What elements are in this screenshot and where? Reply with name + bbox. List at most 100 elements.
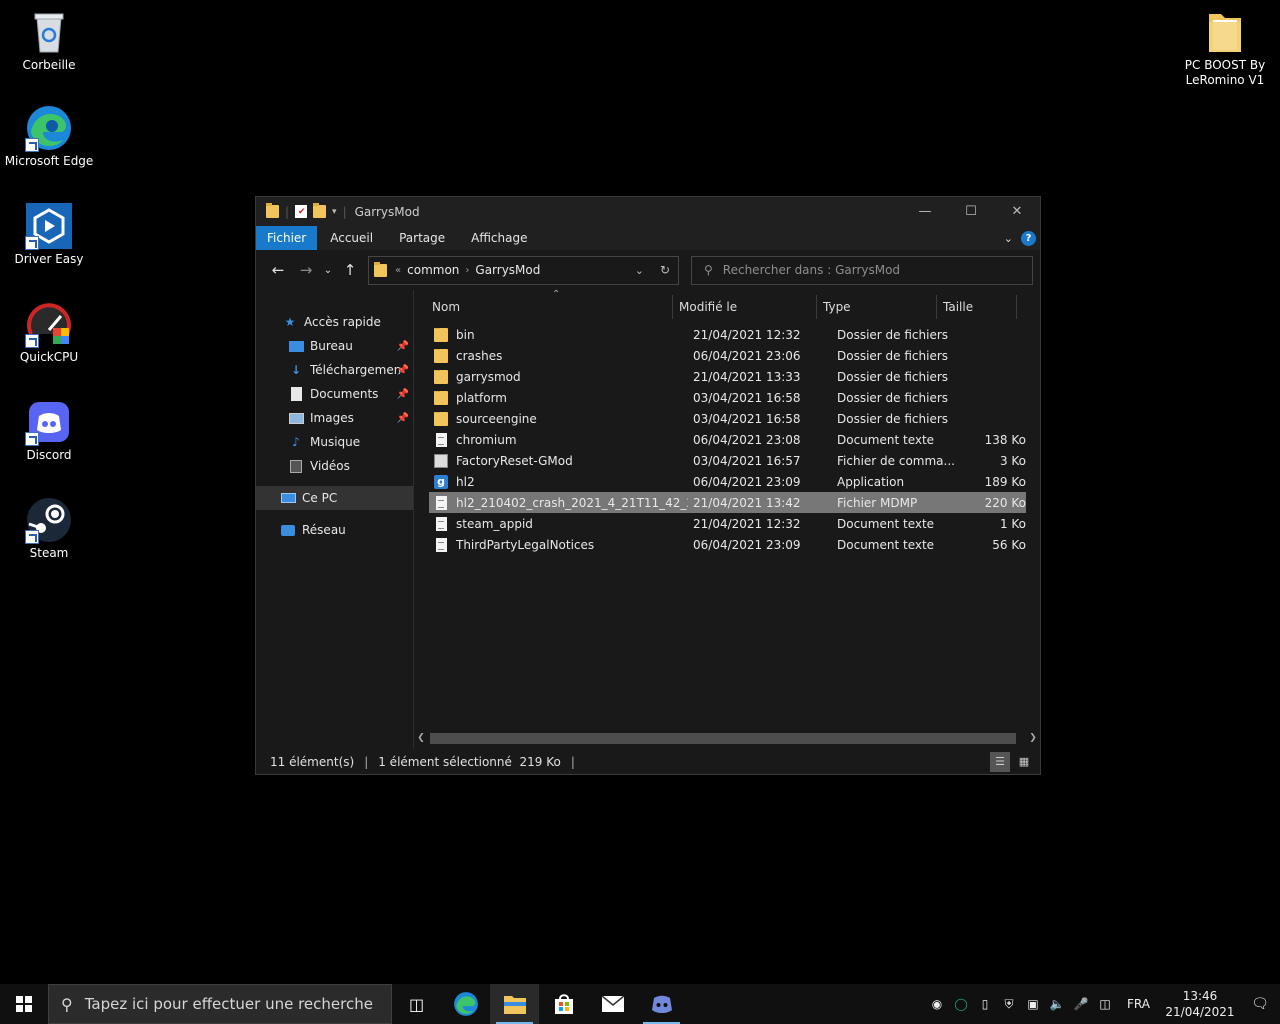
microphone-icon[interactable]: 🎤 — [1069, 997, 1093, 1011]
taskbar-microsoft-store[interactable] — [539, 984, 588, 1024]
address-bar[interactable]: « common › GarrysMod ⌄ ↻ — [368, 255, 679, 285]
breadcrumb-overflow[interactable]: « — [395, 265, 401, 276]
close-button[interactable]: ✕ — [994, 197, 1040, 226]
large-icons-view-icon[interactable]: ▦ — [1014, 752, 1034, 772]
desktop-icon-edge[interactable]: Microsoft Edge — [4, 104, 94, 169]
taskbar-search-box[interactable]: ⚲ Tapez ici pour effectuer une recherche — [48, 984, 392, 1024]
taskbar-search-input[interactable]: Tapez ici pour effectuer une recherche — [85, 995, 373, 1013]
taskbar-mail[interactable] — [588, 984, 637, 1024]
scroll-left-icon[interactable]: ❮ — [414, 733, 428, 743]
system-tray: ◉ ◯ ▯ ⛨ ▣ 🔈 🎤 ◫ FRA 13:46 21/04/2021 🗨 — [925, 984, 1280, 1024]
title-bar[interactable]: | ✔ ▾ | GarrysMod — ☐ ✕ — [256, 197, 1040, 226]
desktop-icon-pc-boost[interactable]: PC BOOST By LeRomino V1 — [1180, 8, 1270, 88]
task-view-button[interactable]: ◫ — [392, 984, 441, 1024]
horizontal-scrollbar[interactable]: ❮ ❯ — [414, 731, 1040, 745]
nav-item-acces-rapide[interactable]: ★ Accès rapide — [256, 310, 413, 334]
start-button[interactable] — [0, 984, 48, 1024]
discord-icon — [25, 398, 73, 446]
tab-partage[interactable]: Partage — [386, 226, 458, 250]
forward-arrow-icon[interactable]: → — [292, 261, 320, 279]
file-row[interactable]: steam_appid 21/04/2021 12:32 Document text… — [429, 513, 1026, 534]
maximize-button[interactable]: ☐ — [948, 197, 994, 226]
taskbar-file-explorer[interactable] — [490, 984, 539, 1024]
discord-icon — [651, 995, 672, 1013]
scrollbar-track[interactable] — [428, 732, 1026, 744]
nav-item-videos[interactable]: Vidéos — [256, 454, 413, 478]
expand-ribbon-chevron-icon[interactable]: ⌄ — [1004, 232, 1013, 245]
file-type: Dossier de fichiers — [837, 369, 949, 384]
search-box[interactable]: ⚲ Rechercher dans : GarrysMod — [691, 255, 1033, 285]
network-icon[interactable]: ▣ — [1021, 997, 1045, 1011]
language-indicator[interactable]: FRA — [1117, 997, 1160, 1011]
up-arrow-icon[interactable]: ↑ — [336, 261, 364, 279]
pin-icon[interactable]: 📌 — [397, 389, 409, 400]
breadcrumb-garrysmod[interactable]: GarrysMod — [475, 263, 540, 277]
file-row[interactable]: ThirdPartyLegalNotices 06/04/2021 23:09 Do… — [429, 534, 1026, 555]
properties-icon[interactable]: ✔ — [295, 205, 308, 218]
customize-toolbar-icon[interactable]: ▾ — [332, 207, 337, 217]
address-dropdown-chevron-icon[interactable]: ⌄ — [635, 264, 644, 277]
taskbar: ⚲ Tapez ici pour effectuer une recherche… — [0, 984, 1280, 1024]
tab-accueil[interactable]: Accueil — [317, 226, 386, 250]
nav-item-telechargements[interactable]: ↓ Téléchargements 📌 — [256, 358, 413, 382]
scrollbar-thumb[interactable] — [430, 733, 1016, 744]
nav-item-documents[interactable]: Documents 📌 — [256, 382, 413, 406]
file-row[interactable]: crashes 06/04/2021 23:06 Dossier de fichie… — [429, 345, 1026, 366]
file-row[interactable]: chromium 06/04/2021 23:08 Document texte 13… — [429, 429, 1026, 450]
security-shield-icon[interactable]: ⛨ — [997, 997, 1021, 1012]
file-row[interactable]: sourceengine 03/04/2021 16:58 Dossier de f… — [429, 408, 1026, 429]
column-header-type[interactable]: Type — [817, 295, 937, 319]
pin-icon[interactable]: 📌 — [397, 413, 409, 424]
meet-now-icon[interactable]: ◫ — [1093, 997, 1117, 1011]
nav-item-ce-pc[interactable]: Ce PC — [256, 486, 413, 510]
file-row[interactable]: bin 21/04/2021 12:32 Dossier de fichiers — [429, 324, 1026, 345]
tray-app-icon[interactable]: ◯ — [949, 997, 973, 1011]
pin-icon[interactable]: 📌 — [397, 365, 409, 376]
help-icon[interactable]: ? — [1021, 230, 1036, 246]
volume-icon[interactable]: 🔈 — [1045, 997, 1069, 1011]
file-row[interactable]: hl2_210402_crash_2021_4_21T11_42_22C0...… — [429, 492, 1026, 513]
recent-locations-chevron-icon[interactable]: ⌄ — [320, 265, 336, 276]
desktop-icon-recycle-bin[interactable]: Corbeille — [4, 8, 94, 73]
clock[interactable]: 13:46 21/04/2021 — [1160, 988, 1240, 1020]
desktop-icon-driver-easy[interactable]: Driver Easy — [4, 202, 94, 267]
minimize-button[interactable]: — — [902, 197, 948, 226]
scroll-right-icon[interactable]: ❯ — [1026, 733, 1040, 743]
taskbar-discord[interactable] — [637, 984, 686, 1024]
edge-icon — [25, 104, 73, 152]
usb-icon[interactable]: ▯ — [973, 997, 997, 1011]
steam-tray-icon[interactable]: ◉ — [925, 997, 949, 1011]
notification-center-icon[interactable]: 🗨 — [1240, 996, 1280, 1012]
tab-affichage[interactable]: Affichage — [458, 226, 540, 250]
file-row[interactable]: g hl2 06/04/2021 23:09 Application 189 Ko — [429, 471, 1026, 492]
file-size: 56 Ko — [992, 537, 1026, 552]
tab-fichier[interactable]: Fichier — [256, 226, 318, 250]
column-header-taille[interactable]: Taille — [937, 295, 1017, 319]
new-folder-icon[interactable] — [313, 203, 327, 218]
file-row[interactable]: platform 03/04/2021 16:58 Dossier de fichi… — [429, 387, 1026, 408]
command-file-icon — [434, 453, 448, 468]
selection-info: 1 élément sélectionné 219 Ko — [378, 754, 561, 769]
breadcrumb-common[interactable]: common — [407, 263, 459, 277]
column-header-nom[interactable]: Nom — [414, 295, 673, 319]
nav-item-images[interactable]: Images 📌 — [256, 406, 413, 430]
nav-item-bureau[interactable]: Bureau 📌 — [256, 334, 413, 358]
file-name: hl2_210402_crash_2021_4_21T11_42_22C0... — [456, 495, 688, 510]
file-row[interactable]: FactoryReset-GMod 03/04/2021 16:57 Fichier… — [429, 450, 1026, 471]
taskbar-edge[interactable] — [441, 984, 490, 1024]
desktop-icon-quickcpu[interactable]: QuickCPU — [4, 300, 94, 365]
column-header-modifie-le[interactable]: Modifié le — [673, 295, 817, 319]
details-view-icon[interactable]: ☰ — [990, 751, 1010, 772]
refresh-icon[interactable]: ↻ — [660, 263, 670, 277]
search-input[interactable]: Rechercher dans : GarrysMod — [723, 263, 900, 277]
videos-icon — [288, 459, 304, 473]
back-arrow-icon[interactable]: ← — [264, 261, 292, 279]
breadcrumb-separator-icon[interactable]: › — [465, 265, 469, 276]
pin-icon[interactable]: 📌 — [397, 341, 409, 352]
nav-item-musique[interactable]: ♪ Musique — [256, 430, 413, 454]
desktop-icon-steam[interactable]: Steam — [4, 496, 94, 561]
file-row[interactable]: garrysmod 21/04/2021 13:33 Dossier de fich… — [429, 366, 1026, 387]
desktop-icon-discord[interactable]: Discord — [4, 398, 94, 463]
nav-item-reseau[interactable]: Réseau — [256, 518, 413, 542]
download-icon: ↓ — [290, 363, 302, 377]
